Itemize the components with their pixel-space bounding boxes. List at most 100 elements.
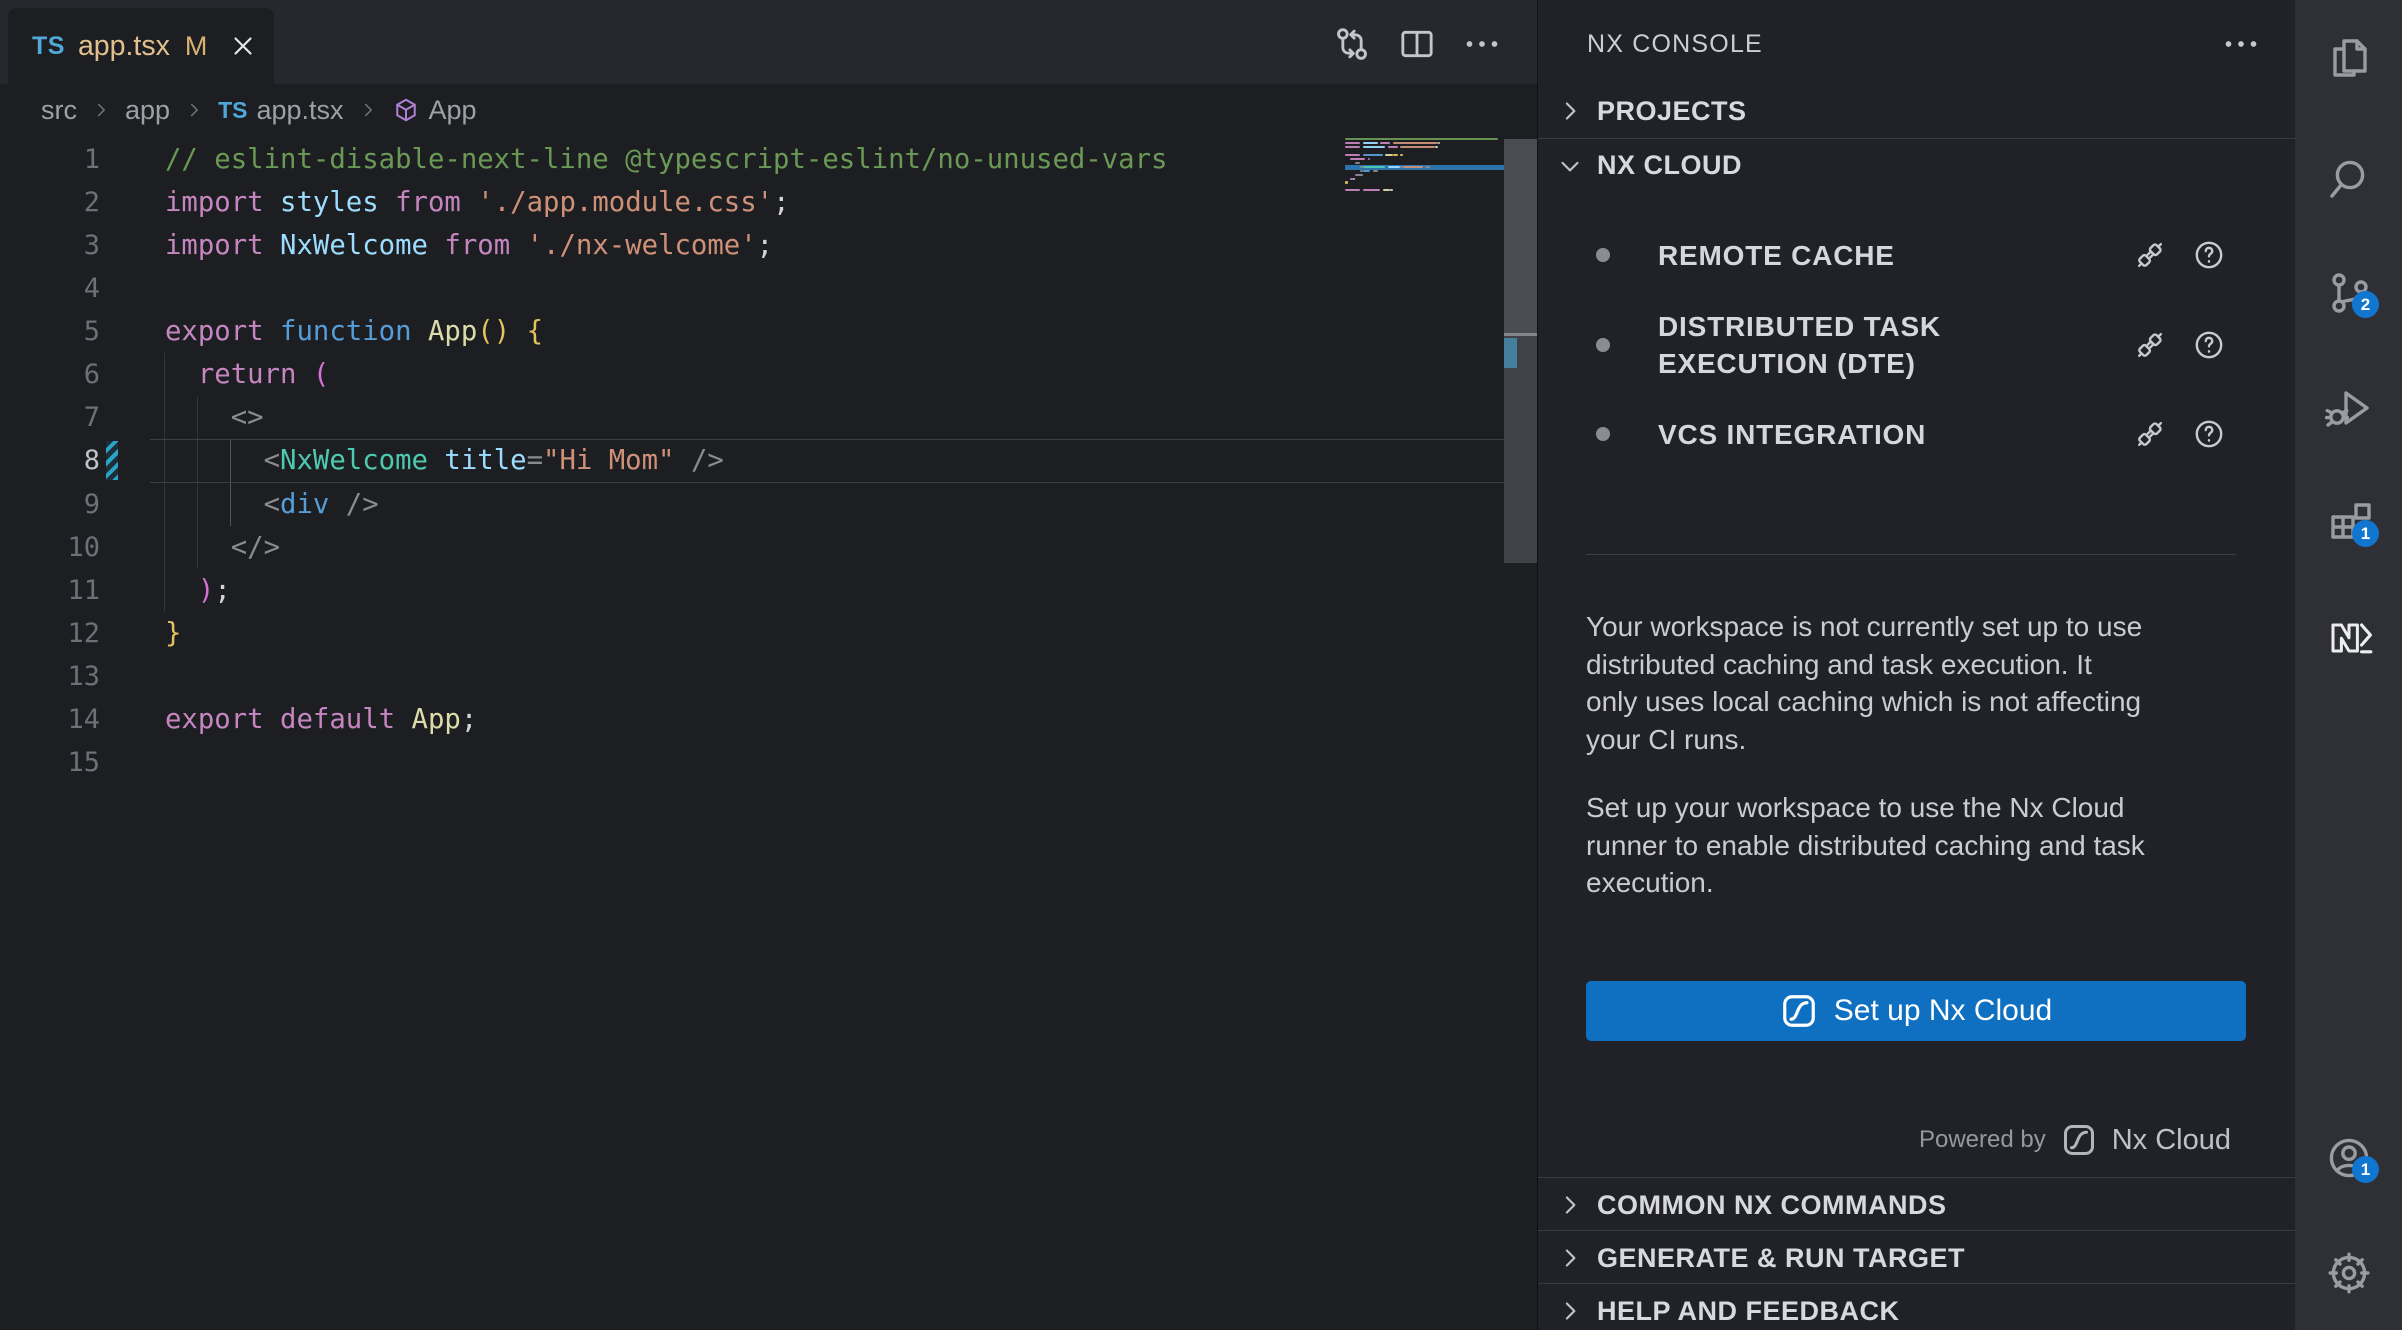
chevron-right-icon xyxy=(1555,1190,1585,1220)
powered-by-brand[interactable]: Nx Cloud xyxy=(2112,1124,2231,1157)
activity-item-search[interactable] xyxy=(2295,153,2402,205)
section-generate-run-target[interactable]: GENERATE & RUN TARGET xyxy=(1538,1231,2296,1285)
breadcrumb-label: app.tsx xyxy=(256,95,343,126)
feature-label: DISTRIBUTED TASKEXECUTION (DTE) xyxy=(1658,308,1941,382)
help-icon[interactable] xyxy=(2192,328,2226,362)
powered-by-label: Powered by xyxy=(1919,1126,2046,1154)
code-line-3[interactable]: 3import NxWelcome from './nx-welcome'; xyxy=(0,224,1504,267)
activity-item-run-debug[interactable] xyxy=(2295,382,2402,434)
files-icon xyxy=(2325,34,2373,82)
chevron-right-icon xyxy=(1555,96,1585,126)
code-line-14[interactable]: 14export default App; xyxy=(0,698,1504,741)
code-editor[interactable]: 1// eslint-disable-next-line @typescript… xyxy=(0,138,1537,1330)
line-number: 4 xyxy=(0,267,100,310)
line-number: 8 xyxy=(0,439,100,482)
more-actions-icon[interactable] xyxy=(1462,24,1502,64)
section-label: HELP AND FEEDBACK xyxy=(1597,1296,1900,1327)
section-common-nx-commands[interactable]: COMMON NX COMMANDS xyxy=(1538,1178,2296,1232)
overview-modified-marker xyxy=(1504,338,1517,368)
activity-item-settings[interactable] xyxy=(2295,1247,2402,1299)
code-line-10[interactable]: 10 </> xyxy=(0,526,1504,569)
badge-count: 1 xyxy=(2352,1156,2379,1183)
activity-item-account[interactable]: 1 xyxy=(2295,1132,2402,1184)
minimap-code-bar xyxy=(1390,189,1393,191)
minimap-code-bar xyxy=(1368,158,1371,160)
minimap-slider[interactable] xyxy=(1504,139,1537,333)
feature-label: VCS INTEGRATION xyxy=(1658,416,1926,453)
section-help-and-feedback[interactable]: HELP AND FEEDBACK xyxy=(1538,1284,2296,1330)
minimap-code-bar xyxy=(1353,178,1356,180)
minimap-code-bar xyxy=(1393,142,1438,144)
code-line-text: export function App() { xyxy=(165,310,543,353)
split-editor-icon[interactable] xyxy=(1397,24,1437,64)
setup-nx-cloud-button[interactable]: Set up Nx Cloud xyxy=(1586,981,2246,1041)
activity-item-nx-console[interactable] xyxy=(2295,609,2402,661)
code-line-text: </> xyxy=(165,526,280,569)
debug-icon xyxy=(2325,384,2373,432)
badge-count: 1 xyxy=(2352,520,2379,547)
breadcrumb-item-app[interactable]: app xyxy=(125,95,170,126)
nx-cloud-logo-icon xyxy=(1780,992,1818,1030)
typescript-file-icon: TS xyxy=(32,32,65,61)
section-nx-cloud[interactable]: NX CLOUD xyxy=(1538,138,2296,192)
connect-plug-icon[interactable] xyxy=(2133,328,2167,362)
badge-count: 2 xyxy=(2352,291,2379,318)
section-label: COMMON NX COMMANDS xyxy=(1597,1190,1946,1221)
minimap-code-bar xyxy=(1438,142,1441,144)
activity-item-explorer[interactable] xyxy=(2295,32,2402,84)
minimap-code-bar xyxy=(1373,170,1378,172)
code-line-text: <div /> xyxy=(165,483,379,526)
code-line-9[interactable]: 9 <div /> xyxy=(0,483,1504,526)
line-number: 1 xyxy=(0,138,100,181)
open-changes-icon[interactable] xyxy=(1332,24,1372,64)
code-line-1[interactable]: 1// eslint-disable-next-line @typescript… xyxy=(0,138,1504,181)
minimap-code-bar xyxy=(1388,166,1401,168)
connect-plug-icon[interactable] xyxy=(2133,238,2167,272)
help-icon[interactable] xyxy=(2192,417,2226,451)
vscode-window: TS app.tsx M srcappTSapp.tsxApp 1// esli… xyxy=(0,0,2402,1330)
code-line-12[interactable]: 12} xyxy=(0,612,1504,655)
close-tab-icon[interactable] xyxy=(228,31,258,61)
modified-badge: M xyxy=(185,31,208,62)
minimap-code-bar xyxy=(1345,154,1360,156)
minimap[interactable] xyxy=(1345,138,1510,208)
line-number: 13 xyxy=(0,655,100,698)
code-line-4[interactable]: 4 xyxy=(0,267,1504,310)
minimap-code-bar xyxy=(1400,146,1435,148)
code-line-11[interactable]: 11 ); xyxy=(0,569,1504,612)
activity-item-extensions[interactable]: 1 xyxy=(2295,496,2402,548)
code-line-6[interactable]: 6 return ( xyxy=(0,353,1504,396)
code-line-15[interactable]: 15 xyxy=(0,741,1504,784)
nx-console-icon xyxy=(2325,611,2373,659)
code-line-text: import NxWelcome from './nx-welcome'; xyxy=(165,224,773,267)
tab-app-tsx[interactable]: TS app.tsx M xyxy=(8,8,274,84)
minimap-code-bar xyxy=(1425,166,1430,168)
code-line-8[interactable]: 8 <NxWelcome title="Hi Mom" /> xyxy=(0,439,1504,482)
activity-bar: 2 1 1 xyxy=(2295,0,2402,1330)
settings-gear-icon xyxy=(2325,1249,2373,1297)
overview-cursor-marker xyxy=(1504,333,1537,336)
breadcrumb-item-apptsx[interactable]: TSapp.tsx xyxy=(218,95,343,126)
feature-label: REMOTE CACHE xyxy=(1658,237,1895,274)
editor-area: TS app.tsx M srcappTSapp.tsxApp 1// esli… xyxy=(0,0,1537,1330)
code-line-2[interactable]: 2import styles from './app.module.css'; xyxy=(0,181,1504,224)
connect-plug-icon[interactable] xyxy=(2133,417,2167,451)
breadcrumb-item-src[interactable]: src xyxy=(41,95,77,126)
minimap-code-bar xyxy=(1345,142,1360,144)
breadcrumb-item-app[interactable]: App xyxy=(392,95,477,126)
gutter-modified-marker xyxy=(106,441,118,480)
code-line-text: export default App; xyxy=(165,698,477,741)
code-line-text: ); xyxy=(165,569,231,612)
code-line-5[interactable]: 5export function App() { xyxy=(0,310,1504,353)
breadcrumb-label: App xyxy=(429,95,477,126)
panel-title: NX CONSOLE xyxy=(1587,0,1763,88)
code-line-13[interactable]: 13 xyxy=(0,655,1504,698)
breadcrumb-separator-icon xyxy=(90,99,112,121)
minimap-code-bar xyxy=(1345,189,1360,191)
panel-more-actions-icon[interactable] xyxy=(2221,24,2261,64)
help-icon[interactable] xyxy=(2192,238,2226,272)
activity-item-source-control[interactable]: 2 xyxy=(2295,267,2402,319)
section-projects[interactable]: PROJECTS xyxy=(1538,84,2296,138)
code-line-7[interactable]: 7 <> xyxy=(0,396,1504,439)
minimap-code-bar xyxy=(1355,162,1360,164)
